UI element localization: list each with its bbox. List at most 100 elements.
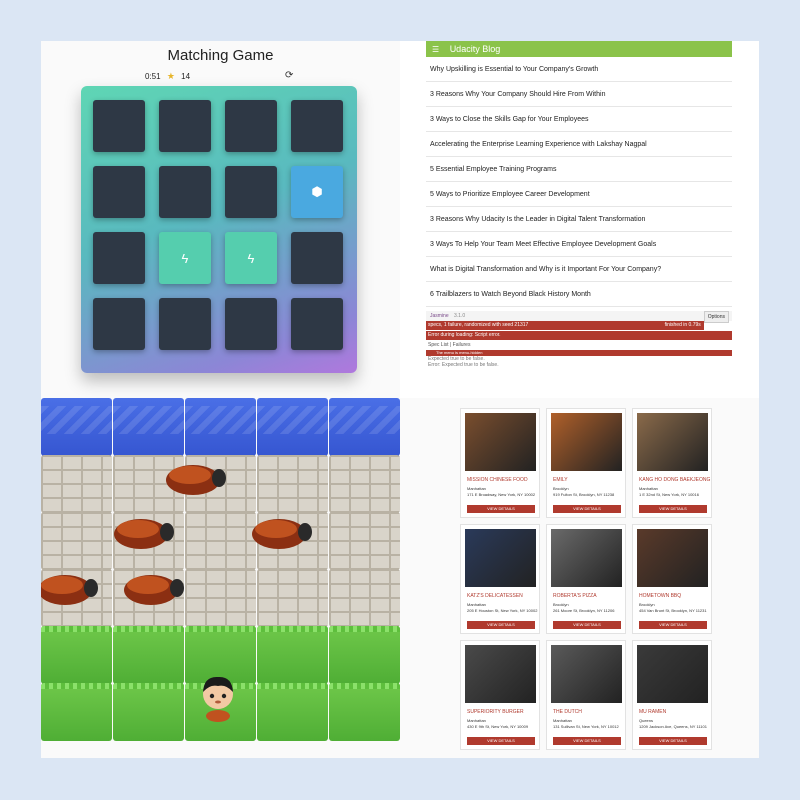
memory-card[interactable]: ϟ [225,232,277,284]
memory-card[interactable] [225,298,277,350]
spec-list-link[interactable]: Spec List [428,342,449,348]
restaurant-photo [465,645,536,703]
restaurant-card: HOMETOWN BBQ Brooklyn 454 Van Brunt St, Br… [632,524,712,634]
restaurant-neighborhood: Queens [639,718,654,723]
restaurant-photo [465,413,536,471]
restaurant-name: HOMETOWN BBQ [639,593,682,599]
stone-tile [41,455,112,513]
view-details-button[interactable]: VIEW DETAILS [639,737,707,745]
enemy-bug [252,519,312,549]
restaurant-name: MISSION CHINESE FOOD [467,477,528,483]
view-details-button[interactable]: VIEW DETAILS [553,737,621,745]
restaurant-name: KANG HO DONG BAEKJEONG [639,477,711,483]
restaurant-photo [637,529,708,587]
memory-card[interactable] [291,232,343,284]
stone-tile [257,455,328,513]
grass-tile [329,683,400,741]
view-details-button[interactable]: VIEW DETAILS [467,505,535,513]
restaurant-card: KANG HO DONG BAEKJEONG Manhattan 1 E 32nd … [632,408,712,518]
view-details-button[interactable]: VIEW DETAILS [639,505,707,513]
restaurant-photo [551,645,622,703]
bolt-icon: ϟ [247,250,255,266]
grass-tile [257,626,328,684]
view-details-button[interactable]: VIEW DETAILS [639,621,707,629]
blog-list-item[interactable]: Accelerating the Enterprise Learning Exp… [426,132,732,157]
stone-tile [329,455,400,513]
memory-card[interactable] [93,232,145,284]
stone-tile [257,569,328,627]
restaurant-card: ROBERTA'S PIZZA Brooklyn 261 Moore St, Bro… [546,524,626,634]
memory-card[interactable] [225,166,277,218]
water-tile [257,398,328,456]
restaurant-address: 261 Moore St, Brooklyn, NY 11206 [553,608,615,613]
memory-card[interactable] [93,166,145,218]
blog-list-item[interactable]: 5 Ways to Prioritize Employee Career Dev… [426,182,732,207]
player-character [203,676,233,722]
menu-icon[interactable]: ☰ [432,45,439,54]
restaurant-address: 1 E 32nd St, New York, NY 10016 [639,492,699,497]
memory-card[interactable]: ϟ [159,232,211,284]
memory-card[interactable] [291,100,343,152]
failures-link[interactable]: Failures [453,342,471,348]
restaurant-photo [637,413,708,471]
stone-tile [185,569,256,627]
memory-card[interactable] [93,100,145,152]
blog-list-item[interactable]: 3 Reasons Why Udacity Is the Leader in D… [426,207,732,232]
spec-tabs: Spec List | Failures [428,342,471,348]
enemy-bug [41,575,98,605]
timer: 0:51 [145,72,161,81]
view-details-button[interactable]: VIEW DETAILS [467,621,535,629]
blog-list-item[interactable]: 6 Trailblazers to Watch Beyond Black His… [426,282,732,307]
stack-text: Error: Expected true to be false. [428,362,499,368]
water-tile [113,398,184,456]
memory-card[interactable] [159,298,211,350]
bolt-icon: ϟ [181,250,189,266]
restaurant-address: 919 Fulton St, Brooklyn, NY 11238 [553,492,615,497]
jasmine-bar: Jasmine 3.1.0 Options [426,311,732,323]
view-details-button[interactable]: VIEW DETAILS [553,505,621,513]
blog-list-item[interactable]: Why Upskilling is Essential to Your Comp… [426,57,732,82]
restaurant-name: THE DUTCH [553,709,582,715]
view-details-button[interactable]: VIEW DETAILS [467,737,535,745]
restaurant-card: EMILY Brooklyn 919 Fulton St, Brooklyn, NY… [546,408,626,518]
grass-tile [257,683,328,741]
restaurant-card: KATZ'S DELICATESSEN Manhattan 205 E Housto… [460,524,540,634]
error-bar: Error during loading: Script error. [426,331,732,340]
restaurant-neighborhood: Manhattan [639,486,658,491]
memory-card[interactable]: ⬢ [291,166,343,218]
memory-card[interactable] [225,100,277,152]
memory-card[interactable] [93,298,145,350]
memory-card[interactable] [159,166,211,218]
grass-tile [41,683,112,741]
blog-list-item[interactable]: 3 Ways to Close the Skills Gap for Your … [426,107,732,132]
restart-icon[interactable]: ⟳ [285,70,293,81]
restaurant-photo [551,529,622,587]
star-icon: ★ [166,71,175,81]
restaurant-neighborhood: Brooklyn [553,486,569,491]
jasmine-logo: Jasmine [430,313,449,319]
blog-list-item[interactable]: 3 Reasons Why Your Company Should Hire F… [426,82,732,107]
restaurant-name: KATZ'S DELICATESSEN [467,593,523,599]
blog-panel: ☰ Udacity Blog Why Upskilling is Essenti… [400,41,759,398]
restaurant-reviews-panel: MISSION CHINESE FOOD Manhattan 171 E Broad… [400,398,759,758]
moves-counter: 14 [181,72,191,81]
restaurant-address: 1209 Jackson Ave, Queens, NY 11101 [639,724,707,729]
finished-text: finished in 0.79s [664,322,701,328]
summary-text: specs, 1 failure, randomized with seed 2… [428,322,529,328]
frogger-game-panel [41,398,400,758]
view-details-button[interactable]: VIEW DETAILS [553,621,621,629]
restaurant-name: ROBERTA'S PIZZA [553,593,597,599]
grass-tile [41,626,112,684]
enemy-bug [166,465,226,495]
restaurant-neighborhood: Brooklyn [553,602,569,607]
options-button[interactable]: Options [703,311,729,323]
score-panel: 0:51 ★ 14 [145,71,194,82]
memory-card[interactable] [159,100,211,152]
blog-list-item[interactable]: What is Digital Transformation and Why i… [426,257,732,282]
restaurant-neighborhood: Brooklyn [639,602,655,607]
blog-list-item[interactable]: 3 Ways To Help Your Team Meet Effective … [426,232,732,257]
memory-card[interactable] [291,298,343,350]
enemy-bug [114,519,174,549]
restaurant-card: MISSION CHINESE FOOD Manhattan 171 E Broad… [460,408,540,518]
blog-list-item[interactable]: 5 Essential Employee Training Programs [426,157,732,182]
